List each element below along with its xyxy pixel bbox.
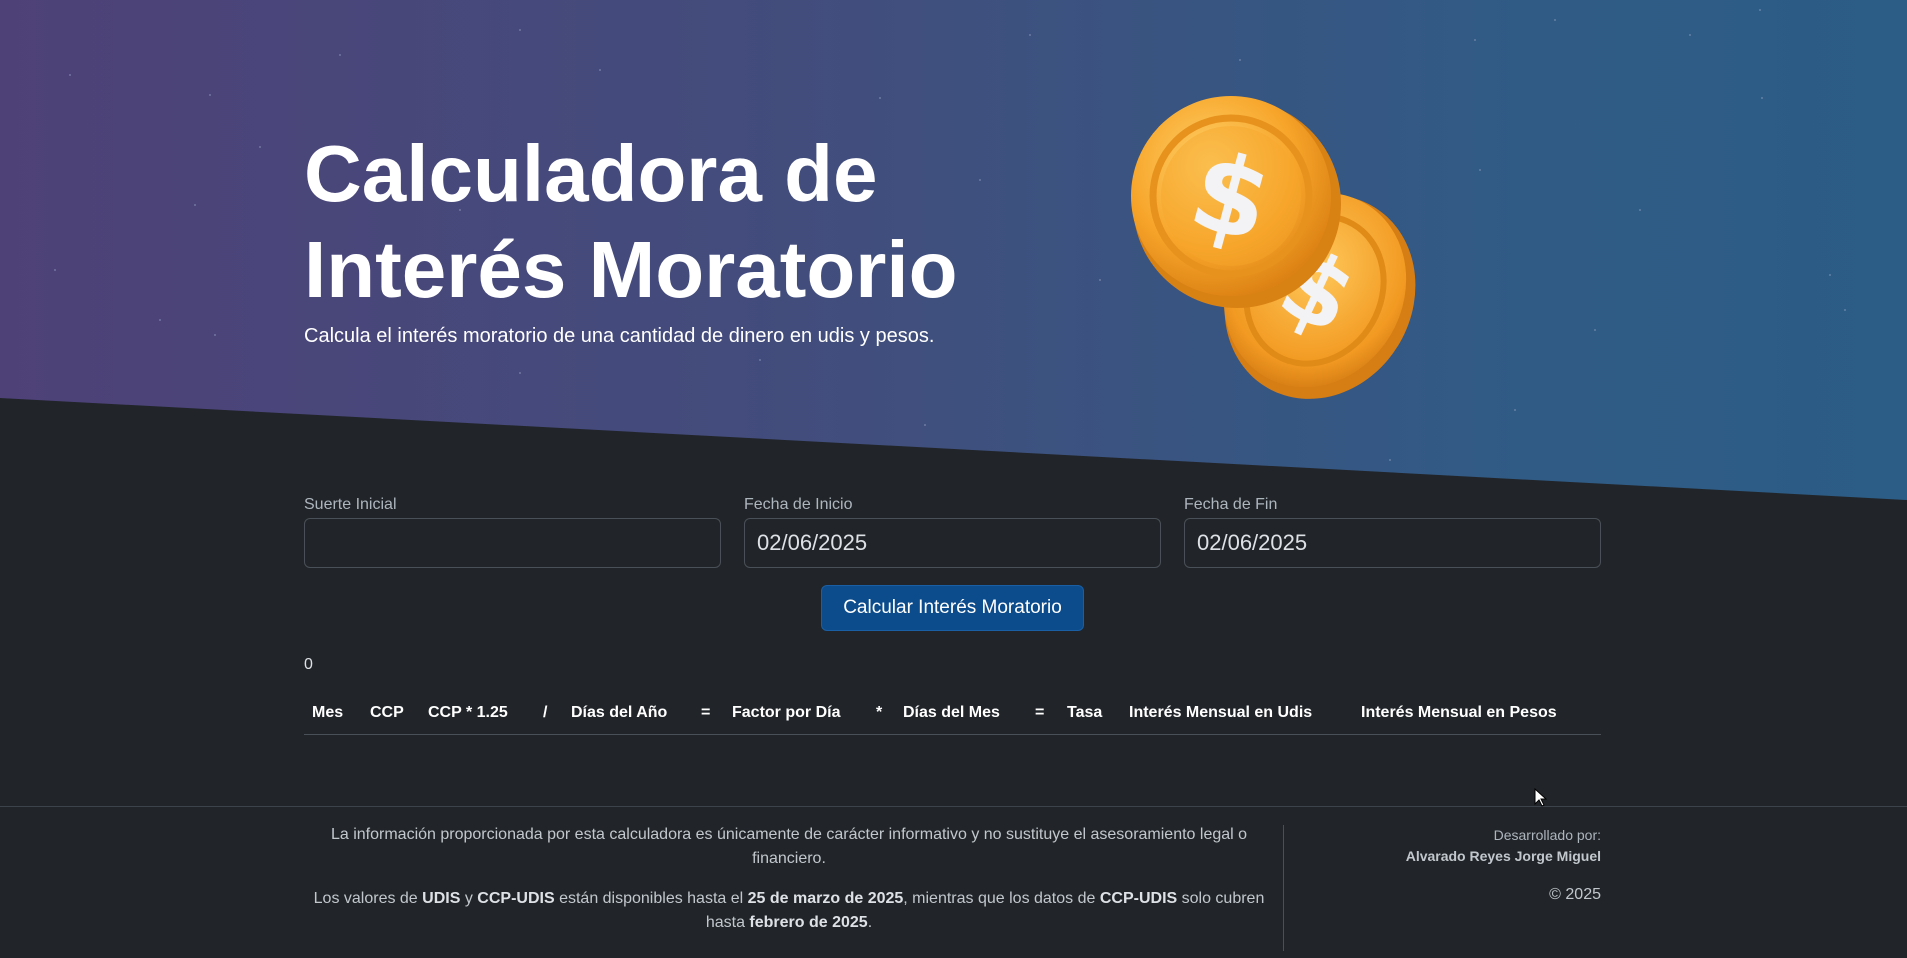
col-header-mes: Mes [312, 704, 344, 721]
title-line-1: Calculadora de [304, 129, 878, 218]
result-value: 0 [304, 656, 313, 673]
title-line-2: Interés Moratorio [304, 225, 958, 314]
col-header-dias-mes: Días del Mes [903, 704, 1000, 721]
dollar-coins-icon: $ $ [1131, 96, 1416, 399]
col-header-ccp: CCP [370, 704, 404, 721]
footer-credits: Desarrollado por: Alvarado Reyes Jorge M… [1300, 825, 1601, 905]
end-date-input[interactable] [1184, 518, 1601, 568]
principal-input[interactable] [304, 518, 721, 568]
col-header-dias-ano: Días del Año [571, 704, 668, 721]
page-title: Calculadora de Interés Moratorio [304, 126, 1004, 318]
col-header-interes-pesos: Interés Mensual en Pesos [1361, 704, 1557, 721]
developer-name: Alvarado Reyes Jorge Miguel [1405, 848, 1601, 864]
footer: La información proporcionada por esta ca… [0, 806, 1907, 958]
col-header-ccp-125: CCP * 1.25 [428, 704, 508, 721]
col-header-tasa: Tasa [1067, 704, 1103, 721]
end-date-label: Fecha de Fin [1184, 496, 1278, 513]
start-date-label: Fecha de Inicio [744, 496, 853, 513]
col-header-equals-1: = [701, 704, 711, 721]
developed-by-label: Desarrollado por: [1493, 827, 1601, 843]
principal-label: Suerte Inicial [304, 496, 397, 513]
data-availability-note: Los valores de UDIS y CCP-UDIS están dis… [313, 890, 1265, 931]
start-date-input[interactable] [744, 518, 1161, 568]
copyright: © 2025 [1549, 886, 1601, 903]
results-table-header: Mes CCP CCP * 1.25 / Días del Año = Fact… [304, 698, 1601, 735]
mouse-cursor-icon [1534, 788, 1548, 807]
page-subtitle: Calcula el interés moratorio de una cant… [304, 325, 935, 347]
footer-disclaimer: La información proporcionada por esta ca… [304, 823, 1274, 951]
col-header-factor-dia: Factor por Día [732, 704, 841, 721]
col-header-divide: / [543, 704, 548, 721]
col-header-multiply: * [876, 704, 883, 721]
hero-banner: Calculadora de Interés Moratorio Calcula… [0, 0, 1907, 500]
footer-divider [1283, 825, 1284, 951]
col-header-equals-2: = [1035, 704, 1045, 721]
calculate-button[interactable]: Calcular Interés Moratorio [821, 585, 1084, 631]
col-header-interes-udis: Interés Mensual en Udis [1129, 704, 1313, 721]
disclaimer-text: La información proporcionada por esta ca… [330, 826, 1248, 867]
